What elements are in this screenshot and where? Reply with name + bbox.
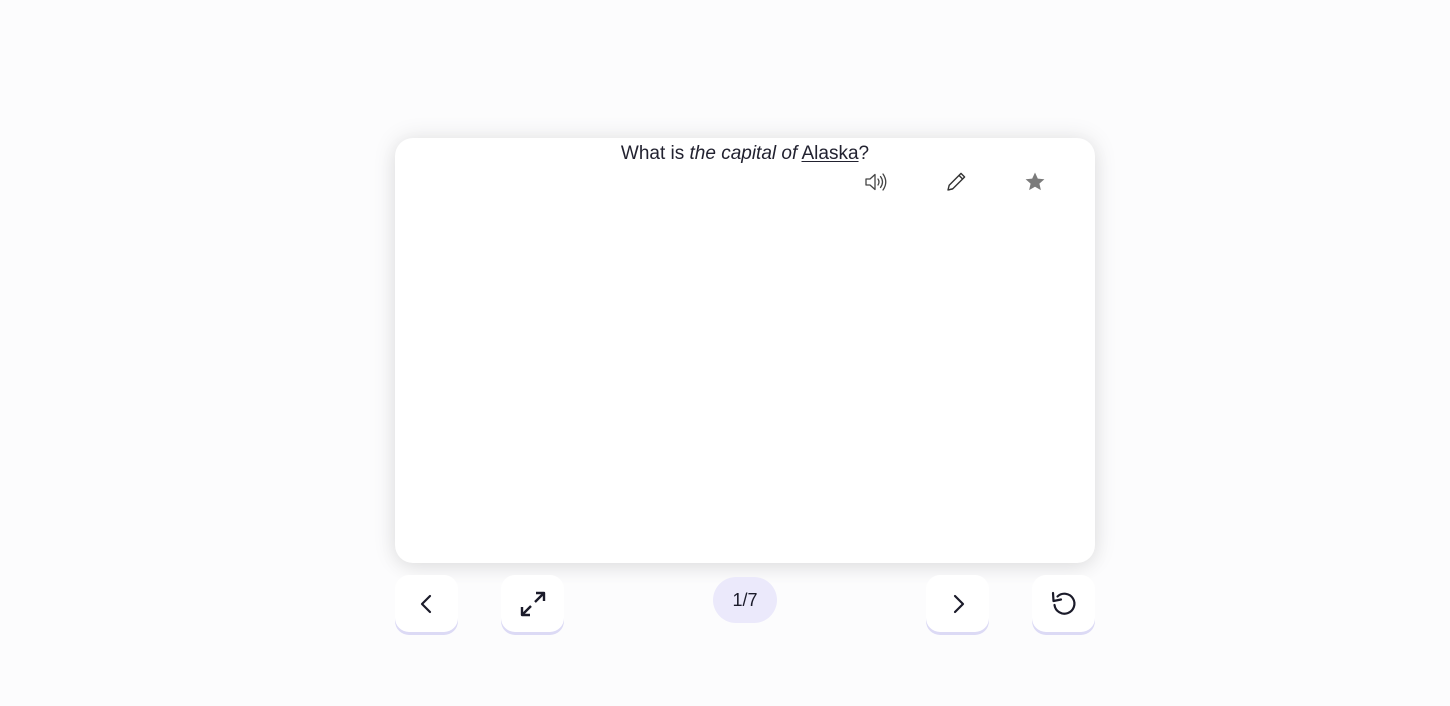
question-text-underline: Alaska bbox=[801, 143, 859, 164]
question-text-italic: the capital of bbox=[689, 143, 798, 164]
reset-icon bbox=[1050, 590, 1078, 618]
chevron-right-icon bbox=[947, 593, 969, 615]
chevron-left-icon bbox=[416, 593, 438, 615]
pencil-icon[interactable] bbox=[942, 168, 970, 196]
speaker-icon[interactable] bbox=[863, 168, 891, 196]
question-text-plain: What is bbox=[620, 143, 690, 164]
question-text-end: ? bbox=[858, 143, 870, 164]
card-question: What is the capital of Alaska? bbox=[395, 143, 1095, 165]
expand-icon bbox=[519, 590, 547, 618]
previous-card-button[interactable] bbox=[395, 575, 458, 632]
fullscreen-button[interactable] bbox=[501, 575, 564, 632]
flashcard[interactable]: What is the capital of Alaska? bbox=[395, 138, 1095, 563]
card-counter: 1/7 bbox=[713, 577, 777, 623]
star-icon[interactable] bbox=[1021, 168, 1049, 196]
next-card-button[interactable] bbox=[926, 575, 989, 632]
reset-button[interactable] bbox=[1032, 575, 1095, 632]
